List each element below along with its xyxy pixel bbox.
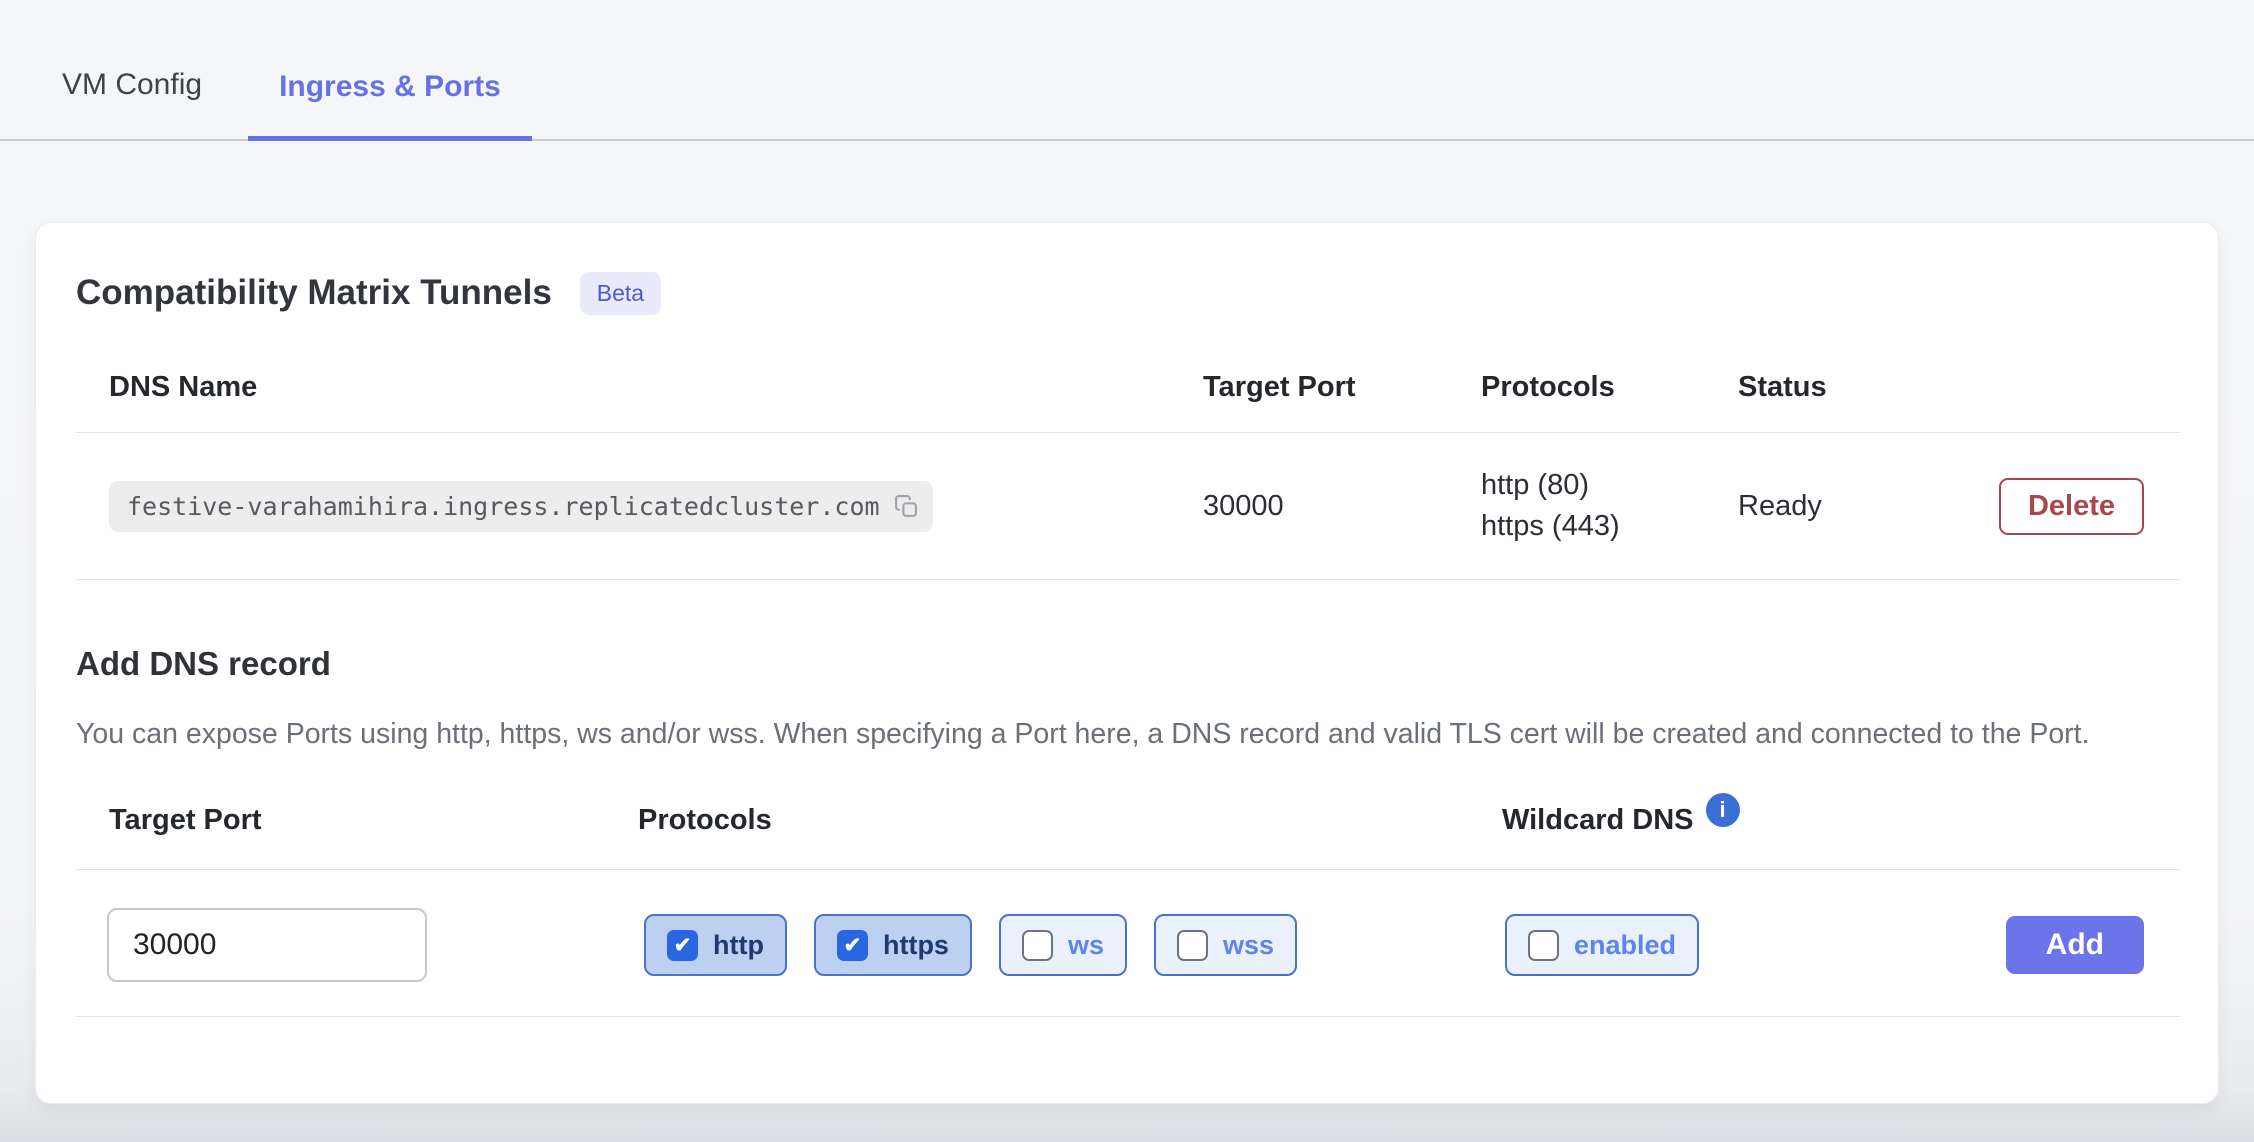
target-port-field-cell <box>76 908 605 982</box>
protocol-line-http: http (80) <box>1481 465 1705 506</box>
wildcard-dns-label-text: Wildcard DNS <box>1502 804 1694 836</box>
info-icon[interactable]: i <box>1706 793 1740 827</box>
tab-ingress-ports[interactable]: Ingress & Ports <box>248 66 532 141</box>
protocol-line-https: https (443) <box>1481 506 1705 547</box>
add-dns-title: Add DNS record <box>76 642 2180 686</box>
row-actions-cell: Delete <box>1962 478 2180 535</box>
target-port-cell: 30000 <box>1170 490 1448 523</box>
checkbox-wss <box>1177 930 1208 961</box>
checkbox-enabled <box>1528 930 1559 961</box>
checkbox-https <box>837 930 868 961</box>
wildcard-dns-field-cell: enabled <box>1505 914 1971 976</box>
chip-label-enabled: enabled <box>1574 930 1676 961</box>
status-cell: Ready <box>1705 490 1962 523</box>
chip-label-https: https <box>883 930 949 961</box>
tab-vm-config[interactable]: VM Config <box>62 64 202 139</box>
label-wildcard-dns: Wildcard DNSi <box>1469 804 1971 839</box>
chip-label-http: http <box>713 930 764 961</box>
dns-name-pill: festive-varahamihira.ingress.replicatedc… <box>109 481 933 532</box>
dns-name-value: festive-varahamihira.ingress.replicatedc… <box>127 492 880 521</box>
add-button[interactable]: Add <box>2006 916 2144 974</box>
checkbox-ws <box>1022 930 1053 961</box>
col-header-status: Status <box>1705 371 1962 404</box>
label-protocols: Protocols <box>605 804 1469 839</box>
target-port-input[interactable] <box>107 908 427 982</box>
protocol-chips-cell: http https ws wss <box>605 914 1469 976</box>
add-dns-description: You can expose Ports using http, https, … <box>76 714 2156 754</box>
col-header-target-port: Target Port <box>1170 371 1448 404</box>
copy-icon[interactable] <box>894 494 919 519</box>
checkbox-http <box>667 930 698 961</box>
protocol-checkbox-ws[interactable]: ws <box>999 914 1127 976</box>
page-body: Compatibility Matrix Tunnels Beta DNS Na… <box>0 222 2254 1104</box>
table-row: festive-varahamihira.ingress.replicatedc… <box>76 433 2180 580</box>
panel-title: Compatibility Matrix Tunnels <box>76 269 552 317</box>
table-header-row: DNS Name Target Port Protocols Status <box>76 371 2180 433</box>
tunnels-panel: Compatibility Matrix Tunnels Beta DNS Na… <box>35 222 2219 1104</box>
add-dns-form-row: http https ws wss <box>76 870 2180 1017</box>
panel-header: Compatibility Matrix Tunnels Beta <box>76 269 2180 317</box>
wildcard-enabled-checkbox[interactable]: enabled <box>1505 914 1699 976</box>
protocol-chip-group: http https ws wss <box>644 914 1469 976</box>
label-target-port: Target Port <box>76 804 605 839</box>
form-labels-row: Target Port Protocols Wildcard DNSi <box>76 804 2180 870</box>
tab-bar: VM Config Ingress & Ports <box>0 0 2254 141</box>
chip-label-wss: wss <box>1223 930 1274 961</box>
chip-label-ws: ws <box>1068 930 1104 961</box>
beta-badge: Beta <box>580 272 661 315</box>
col-header-actions <box>1962 371 2180 404</box>
col-header-dns-name: DNS Name <box>76 371 1170 404</box>
protocols-cell: http (80) https (443) <box>1448 465 1705 547</box>
col-header-protocols: Protocols <box>1448 371 1705 404</box>
protocol-checkbox-wss[interactable]: wss <box>1154 914 1297 976</box>
add-button-cell: Add <box>1971 916 2180 974</box>
label-spacer <box>1971 804 2180 839</box>
protocol-checkbox-http[interactable]: http <box>644 914 787 976</box>
dns-name-cell: festive-varahamihira.ingress.replicatedc… <box>76 481 1170 532</box>
protocol-checkbox-https[interactable]: https <box>814 914 972 976</box>
delete-button[interactable]: Delete <box>1999 478 2144 535</box>
